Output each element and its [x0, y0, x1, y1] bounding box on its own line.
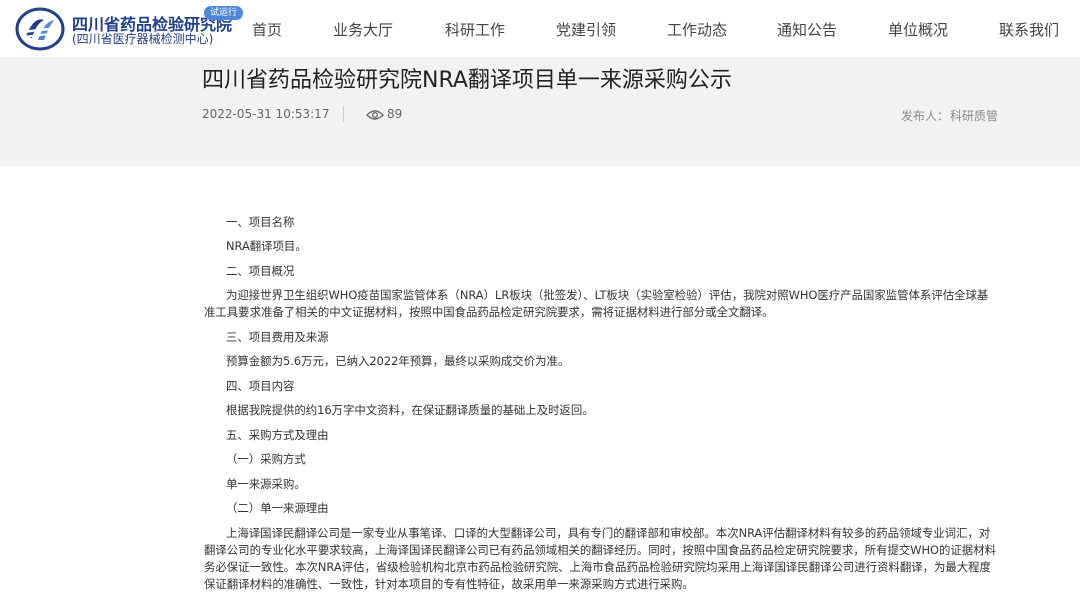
publish-date: 2022-05-31 10:53:17	[202, 107, 330, 121]
page-title: 四川省药品检验研究院NRA翻译项目单一来源采购公示	[202, 68, 732, 93]
paragraph: 预算金额为5.6万元，已纳入2022年预算，最终以采购成交价为准。	[226, 354, 570, 368]
section-heading: 二、项目概况	[226, 264, 295, 278]
trial-badge: 试运行	[204, 6, 244, 20]
org-subtitle: (四川省医疗器械检测中心)	[72, 32, 214, 46]
nav-item-contact[interactable]: 联系我们	[999, 19, 1059, 40]
publisher-label: 发布人：	[901, 109, 950, 123]
meta-divider	[343, 106, 344, 122]
paragraph: 根据我院提供的约16万字中文资料，在保证翻译质量的基础上及时返回。	[226, 403, 594, 417]
section-heading: 五、采购方式及理由	[226, 428, 329, 442]
nav-item-party-building[interactable]: 党建引领	[556, 19, 616, 40]
view-count: 89	[387, 107, 403, 121]
institute-logo-icon[interactable]	[14, 6, 66, 52]
nav-item-research[interactable]: 科研工作	[445, 19, 505, 40]
nav-item-about[interactable]: 单位概况	[888, 19, 948, 40]
paragraph: 为迎接世界卫生组织WHO疫苗国家监管体系（NRA）LR板块（批签发）、LT板块（…	[204, 288, 989, 319]
section-heading: 三、项目费用及来源	[226, 330, 329, 344]
publisher-name: 科研质管	[950, 109, 999, 123]
paragraph: NRA翻译项目。	[226, 239, 307, 253]
subsection-heading: （二）单一来源理由	[226, 501, 329, 515]
nav-item-work-news[interactable]: 工作动态	[667, 19, 727, 40]
paragraph: 单一来源采购。	[226, 477, 306, 491]
section-heading: 一、项目名称	[226, 215, 295, 229]
section-heading: 四、项目内容	[226, 379, 295, 393]
nav-item-notices[interactable]: 通知公告	[777, 19, 837, 40]
nav-item-home[interactable]: 首页	[252, 19, 282, 40]
eye-icon	[366, 110, 384, 120]
paragraph: 上海译国译民翻译公司是一家专业从事笔译、口译的大型翻译公司，具有专门的翻译部和审…	[204, 526, 996, 591]
nav-item-business-hall[interactable]: 业务大厅	[333, 19, 393, 40]
subsection-heading: （一）采购方式	[226, 452, 306, 466]
top-navigation-bar: 四川省药品检验研究院 (四川省医疗器械检测中心) 试运行 首页 业务大厅 科研工…	[0, 0, 1080, 57]
